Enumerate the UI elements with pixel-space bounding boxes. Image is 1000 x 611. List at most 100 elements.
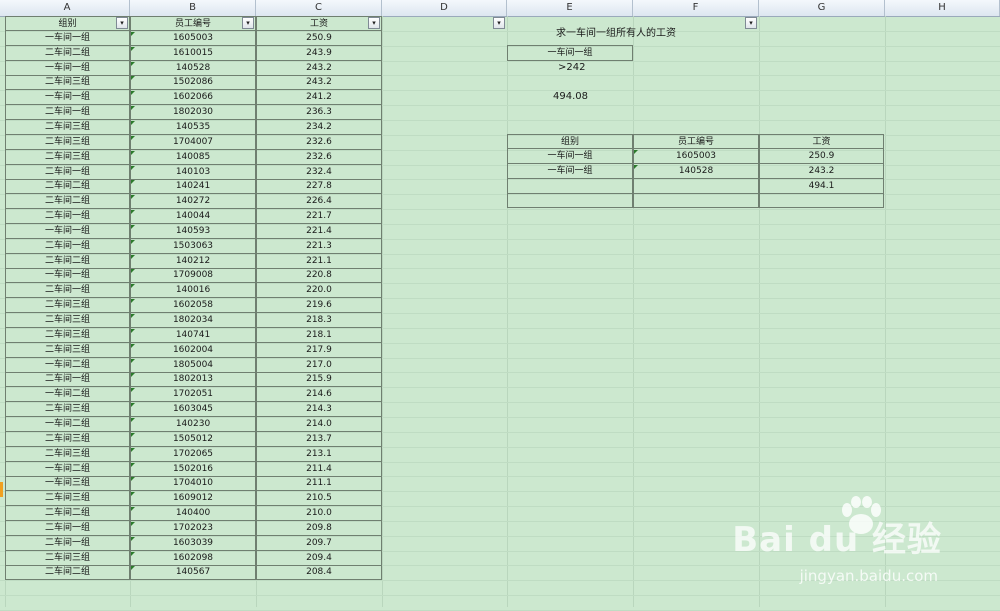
filter-dropdown-icon[interactable]: ▾ — [368, 17, 380, 29]
group-cell[interactable]: 二车间二组 — [5, 194, 130, 209]
employee-id-cell[interactable]: 140567 — [130, 565, 256, 580]
employee-id-cell[interactable]: 140535 — [130, 120, 256, 135]
salary-cell[interactable]: 236.3 — [256, 105, 382, 120]
salary-cell[interactable]: 213.1 — [256, 447, 382, 462]
salary-cell[interactable]: 209.7 — [256, 536, 382, 551]
salary-cell[interactable]: 210.5 — [256, 491, 382, 506]
result-employee-id-cell[interactable] — [633, 193, 759, 208]
spreadsheet[interactable]: ABCDEFGH 组别 ▾ 员工编号 ▾ 工资 ▾ 一车间一组 1605003 250.9 二车间… — [0, 0, 1000, 611]
salary-cell[interactable]: 218.3 — [256, 313, 382, 328]
employee-id-cell[interactable]: 1503063 — [130, 239, 256, 254]
salary-cell[interactable]: 232.6 — [256, 135, 382, 150]
salary-cell[interactable]: 215.9 — [256, 372, 382, 387]
column-header-c[interactable]: C — [256, 0, 382, 16]
salary-cell[interactable]: 221.7 — [256, 209, 382, 224]
employee-id-cell[interactable]: 1704010 — [130, 476, 256, 491]
employee-id-cell[interactable]: 1602058 — [130, 298, 256, 313]
salary-cell[interactable]: 250.9 — [256, 31, 382, 46]
result-salary-cell[interactable]: 243.2 — [759, 164, 884, 179]
group-cell[interactable]: 二车间一组 — [5, 536, 130, 551]
salary-cell[interactable]: 219.6 — [256, 298, 382, 313]
employee-id-cell[interactable]: 140103 — [130, 165, 256, 180]
employee-id-cell[interactable]: 1609012 — [130, 491, 256, 506]
salary-cell[interactable]: 209.4 — [256, 551, 382, 566]
salary-cell[interactable]: 214.3 — [256, 402, 382, 417]
employee-id-cell[interactable]: 1502016 — [130, 462, 256, 477]
group-cell[interactable]: 二车间二组 — [5, 179, 130, 194]
salary-cell[interactable]: 208.4 — [256, 565, 382, 580]
salary-cell[interactable]: 217.9 — [256, 343, 382, 358]
employee-id-cell[interactable]: 140085 — [130, 150, 256, 165]
group-cell[interactable]: 一车间二组 — [5, 358, 130, 373]
group-cell[interactable]: 二车间二组 — [5, 506, 130, 521]
employee-id-cell[interactable]: 1505012 — [130, 432, 256, 447]
employee-id-cell[interactable]: 1603039 — [130, 536, 256, 551]
column-header-e[interactable]: E — [507, 0, 633, 16]
result-group-cell[interactable]: 一车间一组 — [507, 149, 633, 164]
criteria-condition-cell[interactable]: >242 — [558, 62, 585, 73]
salary-cell[interactable]: 232.6 — [256, 150, 382, 165]
employee-id-cell[interactable]: 140741 — [130, 328, 256, 343]
employee-id-cell[interactable]: 140593 — [130, 224, 256, 239]
group-cell[interactable]: 二车间一组 — [5, 165, 130, 180]
salary-cell[interactable]: 221.3 — [256, 239, 382, 254]
filter-dropdown-icon[interactable]: ▾ — [242, 17, 254, 29]
group-cell[interactable]: 二车间三组 — [5, 491, 130, 506]
salary-cell[interactable]: 243.2 — [256, 61, 382, 76]
employee-id-cell[interactable]: 140272 — [130, 194, 256, 209]
group-cell[interactable]: 二车间三组 — [5, 402, 130, 417]
group-cell[interactable]: 二车间一组 — [5, 105, 130, 120]
result-header-salary-cell[interactable]: 工资 — [759, 134, 884, 149]
salary-cell[interactable]: 226.4 — [256, 194, 382, 209]
salary-cell[interactable]: 218.1 — [256, 328, 382, 343]
group-cell[interactable]: 二车间三组 — [5, 447, 130, 462]
employee-id-cell[interactable]: 140241 — [130, 179, 256, 194]
group-cell[interactable]: 二车间三组 — [5, 343, 130, 358]
group-cell[interactable]: 二车间三组 — [5, 432, 130, 447]
employee-id-cell[interactable]: 1610015 — [130, 46, 256, 61]
result-group-cell[interactable] — [507, 193, 633, 208]
employee-id-cell[interactable]: 1805004 — [130, 358, 256, 373]
employee-id-cell[interactable]: 1704007 — [130, 135, 256, 150]
employee-id-cell[interactable]: 1605003 — [130, 31, 256, 46]
column-header-a[interactable]: A — [5, 0, 130, 16]
column-header-h[interactable]: H — [885, 0, 1000, 16]
result-employee-id-cell[interactable] — [633, 179, 759, 194]
group-cell[interactable]: 二车间二组 — [5, 565, 130, 580]
employee-id-cell[interactable]: 1802034 — [130, 313, 256, 328]
result-employee-id-cell[interactable]: 140528 — [633, 164, 759, 179]
employee-id-cell[interactable]: 1602004 — [130, 343, 256, 358]
salary-cell[interactable]: 214.6 — [256, 387, 382, 402]
header-employee-id-cell[interactable]: 员工编号 — [130, 16, 256, 31]
group-cell[interactable]: 二车间三组 — [5, 135, 130, 150]
salary-cell[interactable]: 209.8 — [256, 521, 382, 536]
result-group-cell[interactable] — [507, 179, 633, 194]
employee-id-cell[interactable]: 1602066 — [130, 90, 256, 105]
result-salary-cell[interactable]: 494.1 — [759, 179, 884, 194]
column-header-g[interactable]: G — [759, 0, 885, 16]
group-cell[interactable]: 二车间三组 — [5, 150, 130, 165]
group-cell[interactable]: 二车间三组 — [5, 328, 130, 343]
column-header-d[interactable]: D — [382, 0, 507, 16]
group-cell[interactable]: 一车间一组 — [5, 224, 130, 239]
result-employee-id-cell[interactable]: 1605003 — [633, 149, 759, 164]
group-cell[interactable]: 一车间二组 — [5, 417, 130, 432]
result-salary-cell[interactable] — [759, 193, 884, 208]
group-cell[interactable]: 一车间一组 — [5, 31, 130, 46]
result-header-group-cell[interactable]: 组别 — [507, 134, 633, 149]
result-header-employee-id-cell[interactable]: 员工编号 — [633, 134, 759, 149]
group-cell[interactable]: 二车间三组 — [5, 313, 130, 328]
salary-cell[interactable]: 210.0 — [256, 506, 382, 521]
salary-cell[interactable]: 220.8 — [256, 268, 382, 283]
employee-id-cell[interactable]: 1502086 — [130, 75, 256, 90]
employee-id-cell[interactable]: 140528 — [130, 61, 256, 76]
salary-cell[interactable]: 220.0 — [256, 283, 382, 298]
salary-cell[interactable]: 217.0 — [256, 358, 382, 373]
result-salary-cell[interactable]: 250.9 — [759, 149, 884, 164]
salary-cell[interactable]: 243.9 — [256, 46, 382, 61]
salary-cell[interactable]: 234.2 — [256, 120, 382, 135]
filter-dropdown-icon[interactable]: ▾ — [116, 17, 128, 29]
salary-cell[interactable]: 241.2 — [256, 90, 382, 105]
group-cell[interactable]: 二车间二组 — [5, 46, 130, 61]
header-salary-cell[interactable]: 工资 — [256, 16, 382, 31]
